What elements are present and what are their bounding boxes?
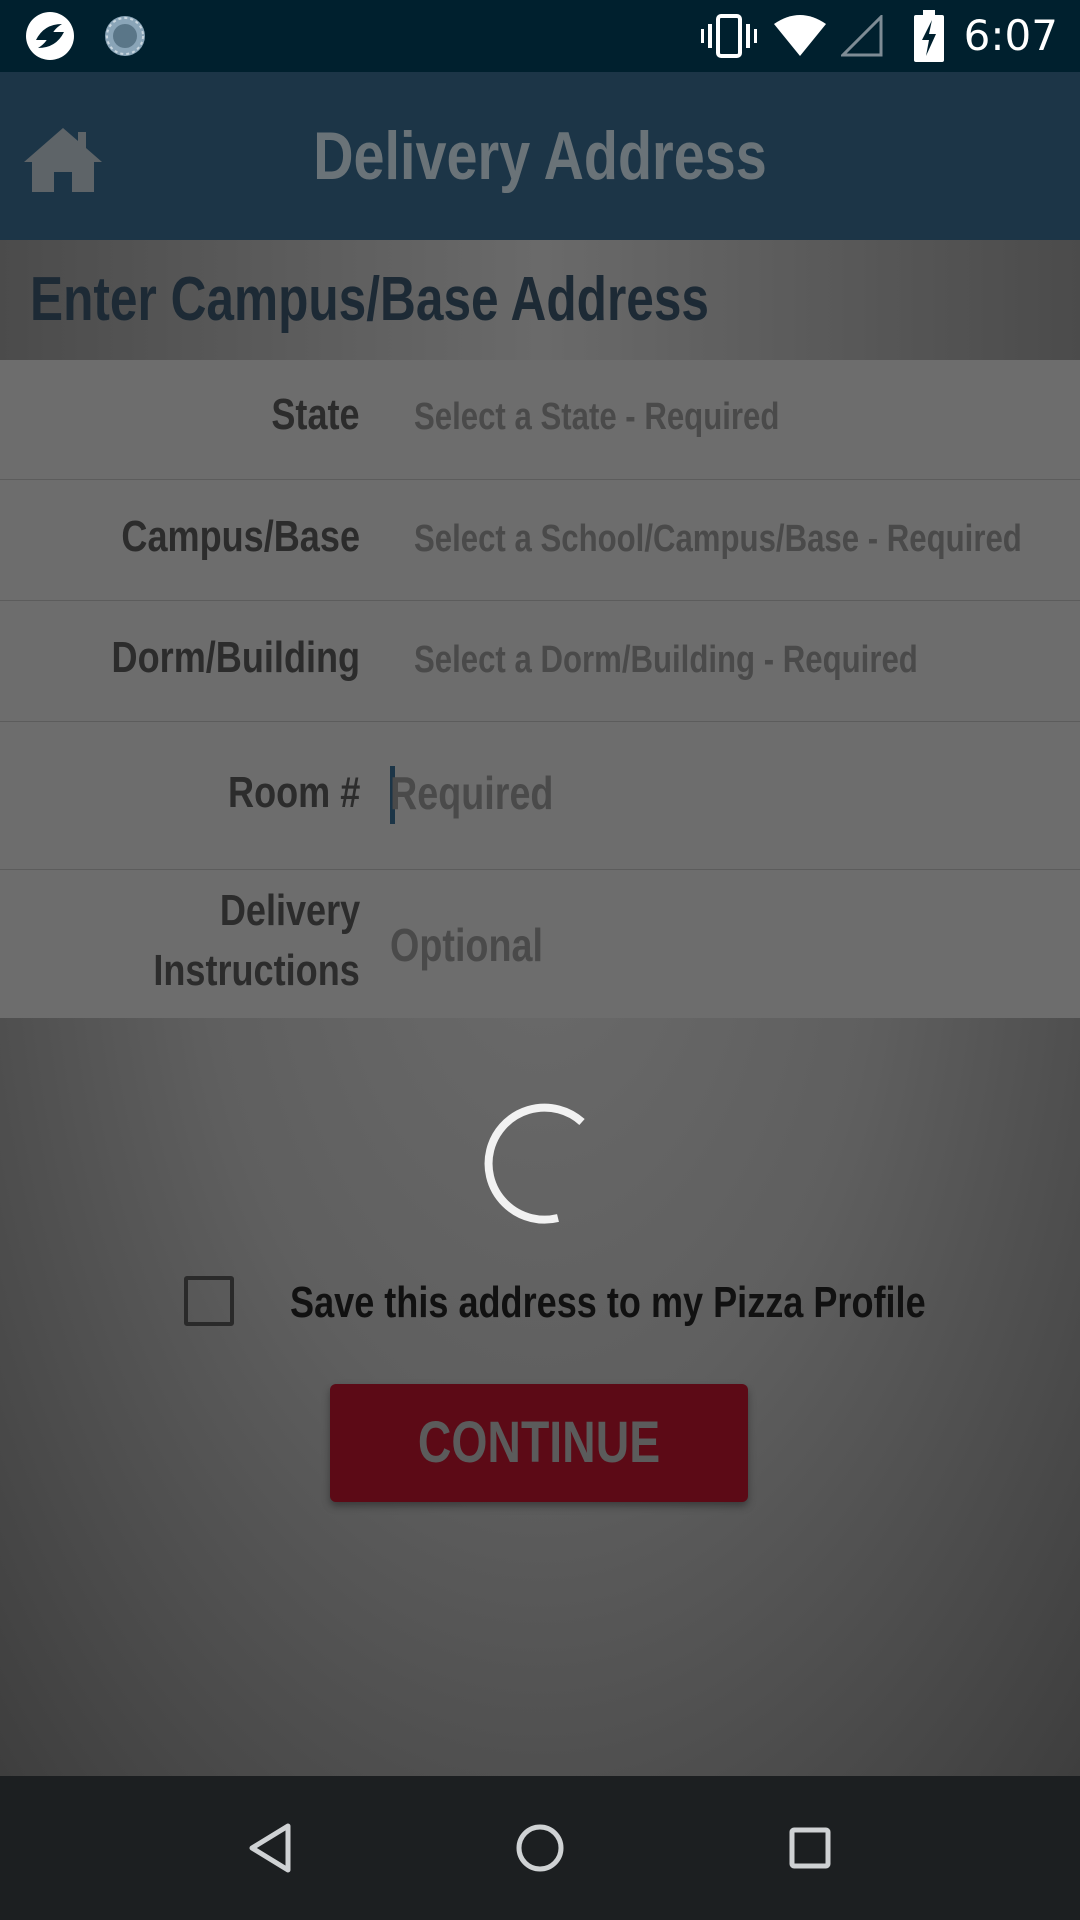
room-input[interactable]: Required: [390, 766, 553, 820]
battery-charging-icon: [912, 0, 946, 72]
content-area: Enter Campus/Base Address State Select a…: [0, 240, 1080, 1776]
vibrate-icon: [700, 0, 758, 72]
recents-icon: [789, 1827, 831, 1869]
instructions-label-line1: Delivery: [219, 886, 360, 935]
status-bar: 6:07: [0, 0, 1080, 72]
app-notification-icon: [22, 0, 78, 72]
wifi-icon: [772, 0, 828, 72]
state-label: State: [271, 390, 360, 439]
status-time: 6:07: [963, 11, 1058, 60]
back-icon: [249, 1823, 291, 1873]
campus-row[interactable]: Campus/Base Select a School/Campus/Base …: [0, 480, 1080, 601]
navigation-bar: [0, 1776, 1080, 1920]
save-address-label: Save this address to my Pizza Profile: [290, 1278, 926, 1327]
section-title: Enter Campus/Base Address: [30, 265, 710, 334]
page-title: Delivery Address: [313, 118, 767, 194]
home-button[interactable]: [22, 124, 104, 194]
home-icon: [24, 128, 102, 192]
save-address-row[interactable]: Save this address to my Pizza Profile: [0, 1258, 1080, 1348]
loading-spinner: [484, 1103, 585, 1224]
instructions-input[interactable]: Optional: [390, 918, 543, 972]
sync-notification-icon: [102, 0, 148, 72]
instructions-row[interactable]: Delivery Instructions Optional: [0, 870, 1080, 1018]
address-form: State Select a State - Required Campus/B…: [0, 360, 1080, 1018]
dorm-label: Dorm/Building: [111, 633, 360, 682]
instructions-label-line2: Instructions: [153, 946, 360, 995]
dorm-row[interactable]: Dorm/Building Select a Dorm/Building - R…: [0, 601, 1080, 722]
room-label: Room #: [227, 768, 360, 817]
home-nav-button[interactable]: [504, 1812, 576, 1884]
room-row[interactable]: Room # Required: [0, 722, 1080, 870]
section-header: Enter Campus/Base Address: [0, 240, 1080, 360]
campus-label: Campus/Base: [121, 512, 360, 561]
no-signal-icon: [840, 0, 884, 72]
recents-button[interactable]: [774, 1812, 846, 1884]
app-bar: Delivery Address: [0, 72, 1080, 240]
state-select[interactable]: Select a State - Required: [414, 396, 779, 439]
back-button[interactable]: [234, 1812, 306, 1884]
save-address-checkbox[interactable]: [184, 1276, 234, 1326]
state-row[interactable]: State Select a State - Required: [0, 360, 1080, 480]
campus-select[interactable]: Select a School/Campus/Base - Required: [414, 518, 1022, 561]
dorm-select[interactable]: Select a Dorm/Building - Required: [414, 639, 918, 682]
continue-button[interactable]: CONTINUE: [330, 1384, 748, 1502]
continue-label: CONTINUE: [417, 1410, 661, 1475]
home-circle-icon: [516, 1824, 564, 1872]
